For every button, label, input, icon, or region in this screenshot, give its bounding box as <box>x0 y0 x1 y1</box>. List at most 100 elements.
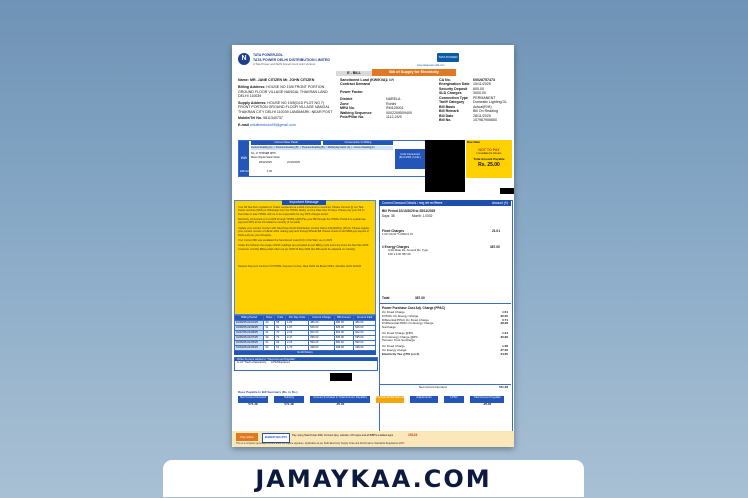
mobile-value: 9811340737 <box>263 116 283 121</box>
ppac-item-label: Electricity Tax @5% (on #) <box>382 351 420 356</box>
field-value: 3000.00 <box>473 91 486 96</box>
redacted-block <box>425 140 465 192</box>
name-label: Name: <box>238 78 249 82</box>
important-message-title: Important Message <box>282 200 326 205</box>
divider <box>379 303 511 304</box>
field-value: 15/11/2025 <box>473 82 491 87</box>
amount-header: Amount (₹) <box>491 201 508 205</box>
lpsc-value: LPS/Misplaced <box>271 360 290 365</box>
field-row: Bill No. 107987906650 <box>439 118 513 122</box>
field-value: Rohini <box>386 101 397 106</box>
summary-value: 571.48 <box>248 402 258 406</box>
summary-item: Adjustments <box>410 395 438 412</box>
table-cell: 30 <box>263 345 276 351</box>
ppac-item-value: 24.65 <box>500 351 508 356</box>
table-cell: 51 <box>274 345 286 351</box>
message-paragraph: Electricity consumed on 1.2.2025 through… <box>238 218 366 225</box>
total-value: 387.00 <box>415 296 425 300</box>
meter-date-current: 28/11/2025 <box>259 161 272 164</box>
field-label: Power Factor <box>340 89 363 94</box>
current-demand-header: Current Demand Details / चालू मांग का वि… <box>379 200 511 206</box>
summary-value: -25.00 <box>482 402 492 406</box>
message-paragraph: Your Current Bill was escalated the Sanc… <box>238 238 333 242</box>
field-value: Bill On Reading <box>473 109 498 114</box>
list-item: Surcharge <box>382 325 508 330</box>
email-label: E-mail <box>238 122 249 127</box>
summary-label: Provisional Bill Refund <box>376 395 404 403</box>
summary-item: Amount (Included in Total Amount Payable… <box>310 395 370 412</box>
supply-address-label: Supply Address: <box>238 100 267 105</box>
footer-note: This is a computer generated bill and do… <box>236 442 406 445</box>
table-cell: 438.00 <box>308 345 335 351</box>
summary-item: Net Current Demand 571.48 <box>238 395 268 412</box>
partner-logo: TATA POWER DDL <box>437 53 459 68</box>
summary-label: Adjustments <box>410 395 438 403</box>
message-paragraph: Update your contact number with Tata Pow… <box>238 226 370 237</box>
field-row: Contract Demand <box>340 82 420 86</box>
table-cell: 01/04/25-01/05/25 <box>233 345 265 351</box>
net-current-demand-value: 511.48 <box>498 384 508 389</box>
meter-date-previous: 22/10/2025 <box>287 161 300 164</box>
redacted-block <box>500 188 514 194</box>
summary-item: LPSC <box>444 395 464 412</box>
email-value: mitultimetown95@gmail.com <box>249 122 296 127</box>
meter-number: No. of TPMSEB 9875 <box>251 152 276 155</box>
meter-row-value: 1.00 <box>267 170 273 173</box>
meter-sub-header: Previous Reading (B) <box>275 146 299 149</box>
electricity-bill-document: N TATA POWER-DDL TATA POWER DELHI DISTRI… <box>232 45 514 447</box>
banner-text: JAMAYKAA.COM <box>255 464 492 493</box>
field-label: Bill No. <box>439 118 452 123</box>
message-signoff: Nearest Payment Centres/ CCTP/BSL Paymen… <box>238 264 362 268</box>
table-row: 01/04/25-01/05/25 30 51 1.70 438.00 438.00 438… <box>233 345 376 351</box>
summary-value: 571.48 <box>284 402 294 406</box>
field-value: RM125001 <box>386 106 404 111</box>
message-paragraph: Under the Scheme the usage of ESC readin… <box>238 244 370 251</box>
list-item: Pension Trust Surcharge <box>382 338 508 343</box>
not-to-pay-sub: Immediate for Arrears <box>476 152 502 156</box>
bill-days: Days: 38 <box>382 214 395 218</box>
net-current-demand-label: Net Current Demand <box>419 384 447 389</box>
bill-title: Bill of Supply for Electricity <box>372 69 456 76</box>
ppac-item-value: 30.96 <box>500 334 508 339</box>
other-amounts-box: Other Amount added in "Total Amount Paya… <box>234 357 378 371</box>
energy-charges-row: 128 1.3.00 387.00 <box>388 252 411 256</box>
account-details: CA No. 60028757473 Energisation Date 15/11… <box>439 78 513 123</box>
meter-row-code: kWh Net <box>240 170 250 173</box>
payment-due-box: Due Date NOT TO PAY Immediate for Arrear… <box>466 140 512 178</box>
field-label: Contract Demand <box>340 82 370 87</box>
table-cell: 438.00 <box>333 345 355 351</box>
ca-number: 60028757473 <box>473 78 495 82</box>
meter-col-header: Current Meter Detail <box>251 141 321 145</box>
billing-address-label: Billing Address: <box>238 85 266 90</box>
helpline-number: 19124 <box>408 433 418 437</box>
customer-info: Name: MR. JANE CITIZEN Mr. JOHN CITIZEN … <box>238 78 336 127</box>
due-date-label: Due Date <box>467 140 481 144</box>
pay-online-badge[interactable]: Pay online <box>236 433 258 441</box>
supply-details: Sanctioned Load (KW/KVA)1 kW Contract De… <box>340 78 420 120</box>
website-link[interactable]: www.tatapower-ddl.com <box>417 64 445 67</box>
meter-sub-header: Current Reading(C) <box>353 146 375 149</box>
meter-sub-header: Previous Reading (B) <box>301 146 325 149</box>
field-value: Domestic Lighting DL <box>473 100 508 105</box>
field-value: 28/11/2025 <box>473 113 491 118</box>
summary-item: Subsidy 571.48 <box>274 395 304 412</box>
fixed-charges-detail: 1.00 *20.00 *1.0002/1 31 <box>382 232 413 236</box>
current-demand-title: Current Demand Details / चालू मांग का वि… <box>382 201 443 205</box>
field-value: 1 kW <box>386 78 395 82</box>
summary-row: Net Current Demand 571.48 Subsidy 571.48 A… <box>238 395 508 412</box>
ppac-item-value: 28.28 <box>500 321 508 326</box>
field-row: Power Factor <box>340 90 420 94</box>
bill-history-table: Billing Period Days Units Per Day Units … <box>233 315 376 351</box>
field-value: NARELA <box>386 97 401 102</box>
ebill-tab: E - BILL <box>336 71 372 76</box>
no-history-bar: No bill history <box>234 351 376 355</box>
total-payable-amount: Rs. 25.00 <box>478 162 500 169</box>
total-label: Total <box>382 296 390 300</box>
net-current-demand-row: Net Current Demand 511.48 <box>379 384 511 390</box>
meter-details-table: kWh Current Meter Detail Consumption for… <box>238 140 426 177</box>
company-short-name: TATA POWER-DDL <box>253 53 284 57</box>
meter-col-header: Consumption for Billing <box>323 141 393 145</box>
lpsc-label: Lt LP Theft of Electricity <box>237 360 267 365</box>
summary-item: Provisional Bill Refund <box>376 395 404 412</box>
summary-item: Total Amount Payable -25.00 <box>470 395 504 412</box>
